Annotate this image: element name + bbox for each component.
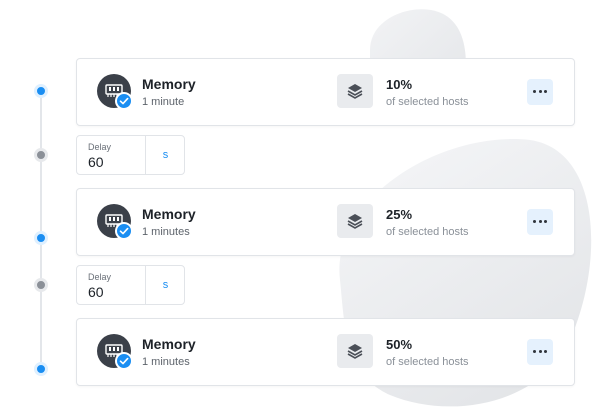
host-percentage: 10%: [386, 77, 413, 92]
host-percentage: 50%: [386, 337, 413, 352]
delay-field[interactable]: Delay 60 s: [76, 265, 185, 305]
layers-icon: [337, 204, 373, 238]
step-card[interactable]: Memory 1 minutes 50% of selected hosts: [76, 318, 575, 386]
delay-value[interactable]: 60: [88, 154, 104, 170]
layers-icon: [337, 334, 373, 368]
more-icon: [533, 90, 536, 93]
timeline-dot-step-3: [34, 362, 48, 376]
step-duration: 1 minutes: [142, 226, 190, 238]
delay-label: Delay: [88, 272, 112, 282]
check-icon: [115, 222, 133, 240]
step-duration: 1 minute: [142, 96, 185, 108]
step-title: Memory: [142, 206, 196, 222]
check-icon: [115, 92, 133, 110]
check-icon: [115, 352, 133, 370]
step-card[interactable]: Memory 1 minutes 25% of selected hosts: [76, 188, 575, 256]
delay-value[interactable]: 60: [88, 284, 104, 300]
step-duration: 1 minutes: [142, 356, 190, 368]
more-icon: [533, 220, 536, 223]
step-card[interactable]: Memory 1 minute 10% of selected hosts: [76, 58, 575, 126]
timeline-dot-delay-1: [34, 148, 48, 162]
timeline-dot-step-2: [34, 231, 48, 245]
delay-label: Delay: [88, 142, 112, 152]
more-button[interactable]: [527, 79, 553, 105]
more-button[interactable]: [527, 209, 553, 235]
delay-unit-selector[interactable]: s: [146, 266, 185, 304]
host-percentage-label: of selected hosts: [386, 226, 469, 238]
more-button[interactable]: [527, 339, 553, 365]
step-title: Memory: [142, 336, 196, 352]
layers-icon: [337, 74, 373, 108]
host-percentage-label: of selected hosts: [386, 356, 469, 368]
timeline-dot-delay-2: [34, 278, 48, 292]
more-icon: [533, 350, 536, 353]
host-percentage: 25%: [386, 207, 413, 222]
step-title: Memory: [142, 76, 196, 92]
host-percentage-label: of selected hosts: [386, 96, 469, 108]
timeline-dot-step-1: [34, 84, 48, 98]
delay-unit-selector[interactable]: s: [146, 136, 185, 174]
delay-field[interactable]: Delay 60 s: [76, 135, 185, 175]
timeline-rail: [40, 90, 42, 368]
